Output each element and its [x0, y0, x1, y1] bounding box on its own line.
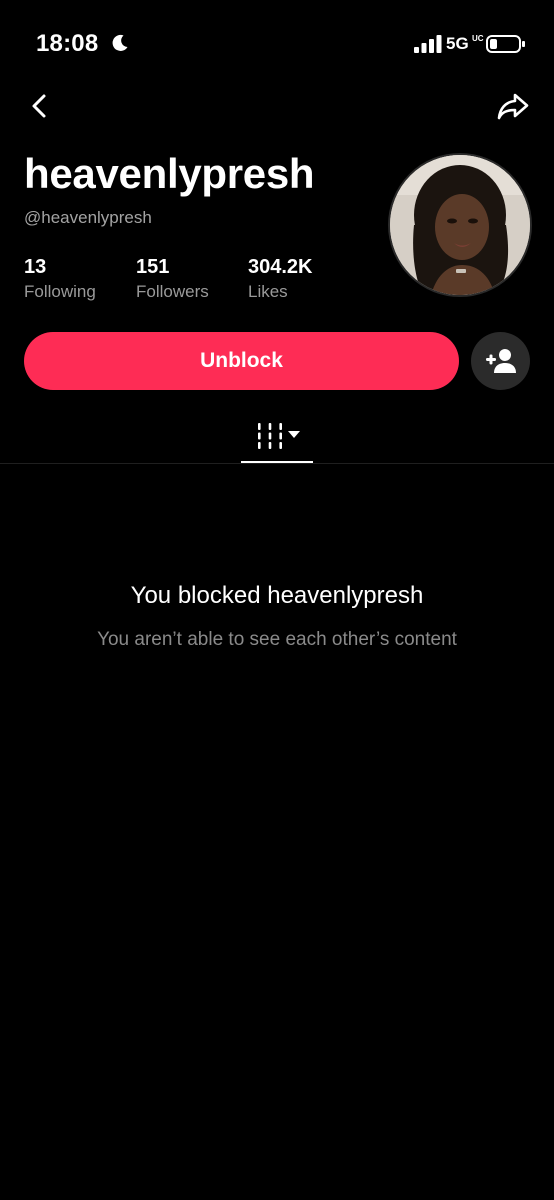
profile-screen: 18:08 5G UC heavenlypresh @heavenlypresh: [0, 0, 554, 1200]
blocked-subtitle: You aren’t able to see each other’s cont…: [97, 629, 457, 650]
grid-icon: [258, 423, 282, 449]
moon-icon: [112, 34, 128, 51]
status-bar: 18:08 5G UC: [0, 0, 554, 90]
caret-down-icon[interactable]: [287, 430, 301, 440]
tab-videos[interactable]: [241, 418, 313, 464]
stat-label: Followers: [136, 282, 209, 301]
network-suffix: UC: [472, 34, 484, 43]
stat-likes[interactable]: 304.2K Likes: [248, 256, 313, 302]
stat-value: 304.2K: [248, 256, 313, 278]
avatar-photo: [390, 155, 530, 295]
display-name: heavenlypresh: [24, 150, 315, 197]
share-arrow-icon[interactable]: [496, 90, 530, 122]
stat-followers[interactable]: 151 Followers: [136, 256, 209, 302]
avatar: [388, 153, 532, 297]
add-friend-button[interactable]: [471, 332, 530, 390]
blocked-title: You blocked heavenlypresh: [130, 582, 424, 609]
status-time: 18:08: [36, 30, 99, 57]
signal-icon: [414, 35, 442, 53]
add-person-icon: [485, 349, 516, 373]
stat-label: Likes: [248, 282, 288, 301]
username: @heavenlypresh: [24, 208, 152, 227]
stat-label: Following: [24, 282, 96, 301]
stat-following[interactable]: 13 Following: [24, 256, 96, 302]
network-label: 5G: [446, 34, 469, 53]
unblock-button[interactable]: Unblock: [24, 332, 459, 390]
stat-value: 13: [24, 256, 47, 278]
battery-icon: [486, 35, 525, 53]
chevron-left-icon[interactable]: [26, 92, 54, 120]
tabs-divider: [0, 463, 554, 464]
stat-value: 151: [136, 256, 170, 278]
